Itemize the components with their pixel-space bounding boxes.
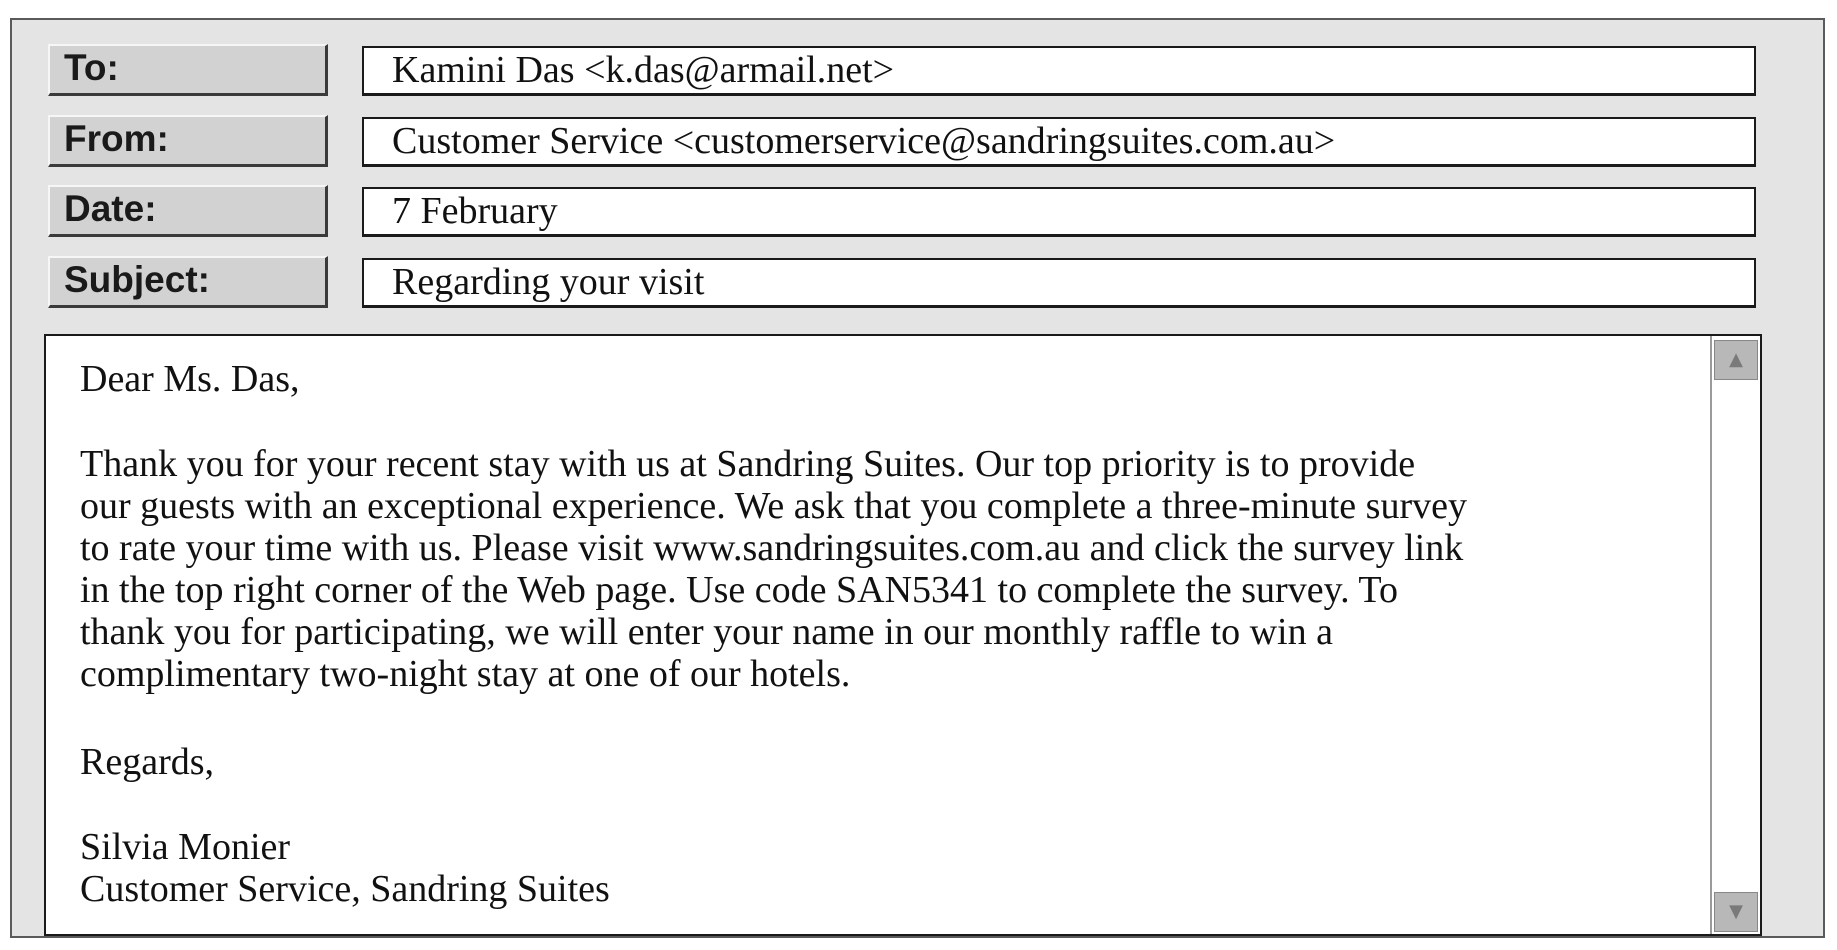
body-line: our guests with an exceptional experienc… xyxy=(80,485,1467,527)
from-row: From: Customer Service <customerservice@… xyxy=(48,115,1758,169)
date-field[interactable]: 7 February xyxy=(362,187,1756,237)
scroll-down-icon[interactable]: ▼ xyxy=(1714,892,1758,932)
vertical-scrollbar[interactable]: ▲ ▼ xyxy=(1710,336,1760,934)
body-paragraph: Thank you for your recent stay with us a… xyxy=(80,443,1467,695)
email-window: To: Kamini Das <k.das@armail.net> From: … xyxy=(10,18,1825,938)
to-row: To: Kamini Das <k.das@armail.net> xyxy=(48,44,1758,98)
signature-title: Customer Service, Sandring Suites xyxy=(80,868,610,910)
body-line: Thank you for your recent stay with us a… xyxy=(80,443,1416,485)
body-line: thank you for participating, we will ent… xyxy=(80,611,1333,653)
body-line: complimentary two-night stay at one of o… xyxy=(80,653,851,695)
subject-row: Subject: Regarding your visit xyxy=(48,256,1758,310)
body-line: in the top right corner of the Web page.… xyxy=(80,569,1398,611)
scroll-up-icon[interactable]: ▲ xyxy=(1714,340,1758,380)
closing-line: Regards, xyxy=(80,741,215,783)
from-label: From: xyxy=(48,115,328,167)
signature-name: Silvia Monier xyxy=(80,826,291,868)
date-label: Date: xyxy=(48,185,328,237)
message-body[interactable]: Dear Ms. Das, Thank you for your recent … xyxy=(44,334,1762,936)
subject-label: Subject: xyxy=(48,256,328,308)
from-field[interactable]: Customer Service <customerservice@sandri… xyxy=(362,117,1756,167)
to-field[interactable]: Kamini Das <k.das@armail.net> xyxy=(362,46,1756,96)
message-text: Dear Ms. Das, Thank you for your recent … xyxy=(80,336,1792,936)
subject-field[interactable]: Regarding your visit xyxy=(362,258,1756,308)
body-line: to rate your time with us. Please visit … xyxy=(80,527,1464,569)
greeting-line: Dear Ms. Das, xyxy=(80,358,300,400)
to-label: To: xyxy=(48,44,328,96)
date-row: Date: 7 February xyxy=(48,185,1758,239)
